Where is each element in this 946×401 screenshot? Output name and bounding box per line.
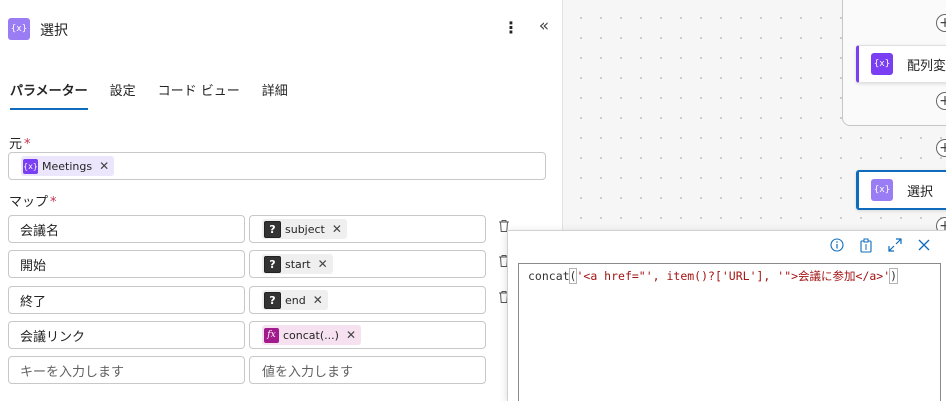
map-key-value: 会議名 xyxy=(20,223,60,239)
unknown-type-icon: ? xyxy=(264,291,281,309)
map-label: マップ * xyxy=(9,191,57,210)
variable-icon: {x} xyxy=(23,158,38,174)
close-icon[interactable] xyxy=(917,237,931,253)
value-placeholder: 値を入力します xyxy=(262,364,354,380)
map-value-input[interactable]: ? end ✕ xyxy=(249,286,486,314)
tab-bar: パラメーター 設定 コード ビュー 詳細 xyxy=(10,80,288,110)
variable-icon: {x} xyxy=(871,179,893,201)
token-label: subject xyxy=(285,222,325,236)
info-icon[interactable] xyxy=(830,237,844,253)
expression-toolbar xyxy=(830,237,931,253)
token-label: start xyxy=(285,257,311,271)
variable-icon: {x} xyxy=(871,53,893,75)
tab-code-view[interactable]: コード ビュー xyxy=(158,80,240,110)
remove-token-icon[interactable]: ✕ xyxy=(99,159,109,173)
map-label-text: マップ xyxy=(9,195,49,210)
map-key-input[interactable]: 終了 xyxy=(8,286,245,314)
remove-token-icon[interactable]: ✕ xyxy=(318,257,328,271)
map-key-value: 会議リンク xyxy=(20,329,86,345)
map-value-input[interactable]: ? start ✕ xyxy=(249,250,486,278)
map-row: 開始 ? start ✕ xyxy=(8,250,548,278)
map-row: 終了 ? end ✕ xyxy=(8,286,548,314)
required-mark: * xyxy=(24,137,31,152)
action-card-array-variable[interactable]: {x} 配列変数 xyxy=(856,45,946,83)
remove-token-icon[interactable]: ✕ xyxy=(313,293,323,307)
remove-token-icon[interactable]: ✕ xyxy=(332,222,342,236)
source-label: 元 * xyxy=(9,133,31,152)
source-token[interactable]: {x} Meetings ✕ xyxy=(21,156,115,176)
tab-settings[interactable]: 設定 xyxy=(110,80,136,110)
tab-details[interactable]: 詳細 xyxy=(262,80,288,110)
action-card-select[interactable]: {x} 選択 xyxy=(856,170,946,210)
key-placeholder: キーを入力します xyxy=(20,364,125,380)
map-row: 会議リンク fx concat(...) ✕ xyxy=(8,321,548,349)
map-key-input[interactable]: 開始 xyxy=(8,250,245,278)
dynamic-content-token[interactable]: ? start ✕ xyxy=(262,254,333,274)
token-label: concat(...) xyxy=(283,328,339,342)
action-panel: {x} 選択 ⋮ « パラメーター 設定 コード ビュー 詳細 元 * {x} M… xyxy=(0,0,563,400)
map-key-input[interactable]: キーを入力します xyxy=(8,356,245,384)
more-options-button[interactable]: ⋮ xyxy=(503,18,519,40)
card-label: 選択 xyxy=(907,184,934,200)
map-value-input[interactable]: ? subject ✕ xyxy=(249,215,486,243)
dynamic-content-token[interactable]: ? end ✕ xyxy=(262,290,328,310)
unknown-type-icon: ? xyxy=(264,255,281,273)
map-value-input[interactable]: fx concat(...) ✕ xyxy=(249,321,486,349)
map-row: 会議名 ? subject ✕ xyxy=(8,215,548,243)
source-label-text: 元 xyxy=(9,137,23,152)
map-key-value: 開始 xyxy=(20,258,47,274)
expand-icon[interactable] xyxy=(888,237,902,253)
expression-arguments: '<a href="', item()?['URL'], '">会議に参加</a… xyxy=(576,269,891,283)
map-key-input[interactable]: 会議リンク xyxy=(8,321,245,349)
dynamic-content-token[interactable]: ? subject ✕ xyxy=(262,219,347,239)
unknown-type-icon: ? xyxy=(264,220,281,238)
expression-input[interactable]: concat('<a href="', item()?['URL'], '">会… xyxy=(518,263,941,401)
expression-editor: concat('<a href="', item()?['URL'], '">会… xyxy=(507,230,946,401)
source-input[interactable]: {x} Meetings ✕ xyxy=(8,152,546,180)
expression-close-paren: ) xyxy=(889,268,899,284)
variable-icon: {x} xyxy=(8,18,30,40)
map-key-value: 終了 xyxy=(20,294,47,310)
expression-text: concat('<a href="', item()?['URL'], '">会… xyxy=(528,268,899,284)
expression-token[interactable]: fx concat(...) ✕ xyxy=(262,325,361,345)
map-key-input[interactable]: 会議名 xyxy=(8,215,245,243)
expression-function: concat xyxy=(528,269,570,283)
clipboard-icon[interactable] xyxy=(859,237,873,253)
source-token-label: Meetings xyxy=(42,159,93,173)
remove-token-icon[interactable]: ✕ xyxy=(346,328,356,342)
tab-parameters[interactable]: パラメーター xyxy=(10,80,88,110)
collapse-panel-button[interactable]: « xyxy=(534,16,554,40)
token-label: end xyxy=(285,293,306,307)
map-row-new: キーを入力します 値を入力します xyxy=(8,356,548,384)
card-label: 配列変数 xyxy=(907,58,946,74)
panel-title: 選択 xyxy=(40,23,68,39)
map-value-input[interactable]: 値を入力します xyxy=(249,356,486,384)
required-mark: * xyxy=(50,195,57,210)
function-icon: fx xyxy=(264,327,279,343)
